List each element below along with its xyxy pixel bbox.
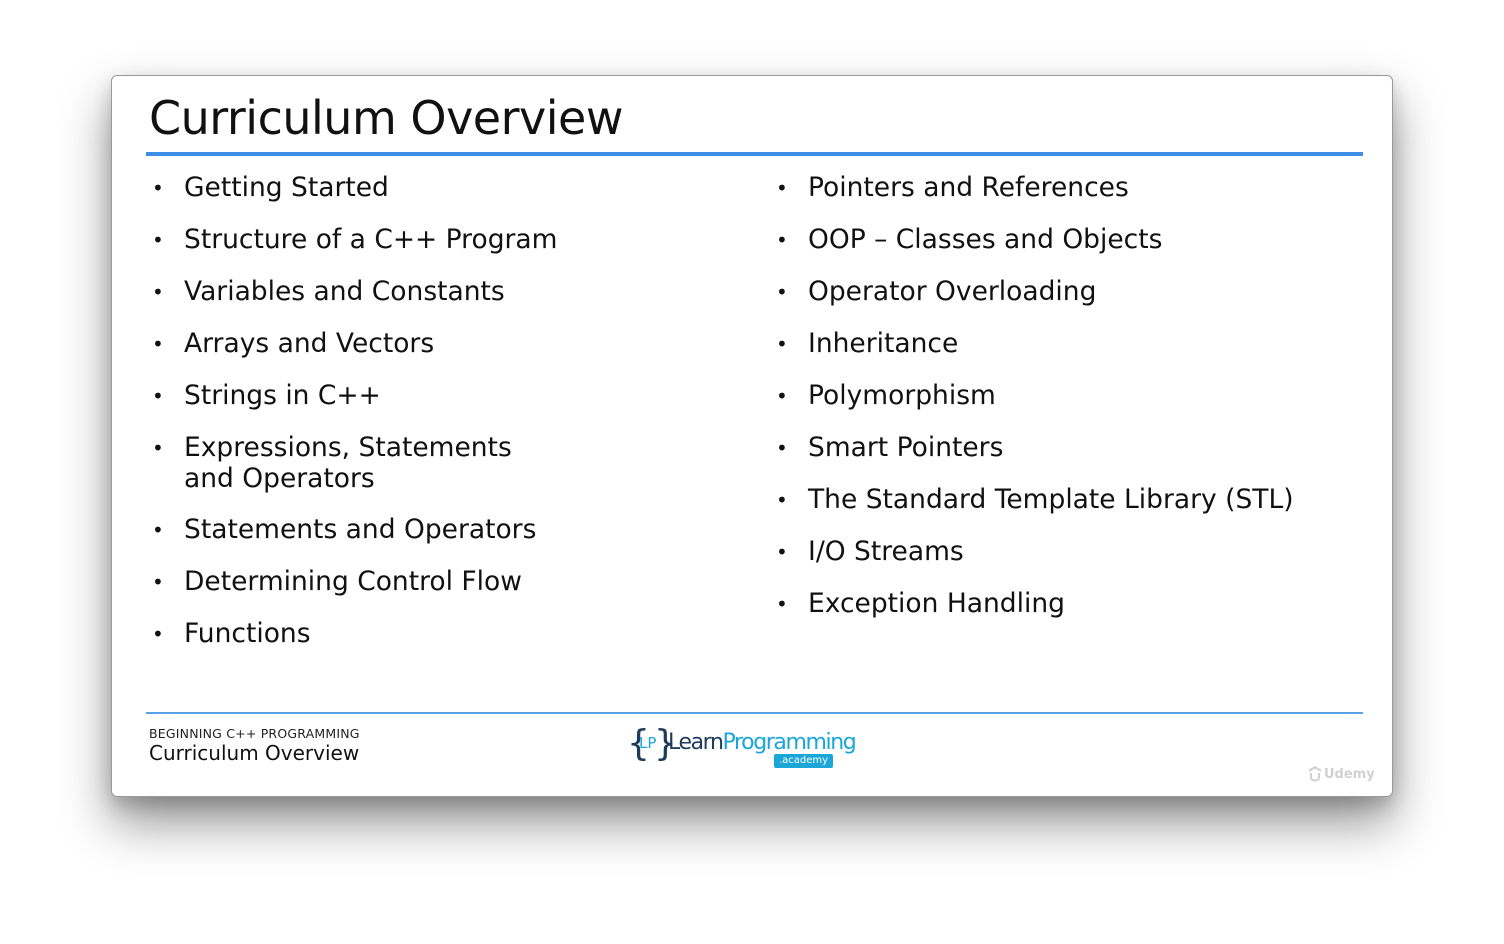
bullet-icon: •	[776, 488, 788, 512]
slide-window: Curriculum Overview • Getting Started • St…	[111, 75, 1393, 797]
list-item-label: Getting Started	[184, 172, 389, 203]
bullet-icon: •	[776, 176, 788, 200]
bullet-icon: •	[776, 540, 788, 564]
list-item: • Smart Pointers	[772, 432, 1362, 464]
list-item-label: Variables and Constants	[184, 276, 505, 307]
list-item: • Variables and Constants	[148, 276, 708, 308]
bullet-icon: •	[776, 228, 788, 252]
udemy-icon	[1308, 764, 1322, 785]
list-item-label: Functions	[184, 618, 311, 649]
bullet-icon: •	[776, 592, 788, 616]
list-item: • Polymorphism	[772, 380, 1362, 412]
bullet-icon: •	[776, 384, 788, 408]
footer-course-name: BEGINNING C++ PROGRAMMING	[149, 726, 360, 741]
list-item: • Strings in C++	[148, 380, 708, 412]
list-item-label: Statements and Operators	[184, 514, 537, 545]
list-item-label: Expressions, Statements and Operators	[184, 432, 512, 494]
list-item-label: Structure of a C++ Program	[184, 224, 558, 255]
list-item: • Structure of a C++ Program	[148, 224, 708, 256]
slide-title: Curriculum Overview	[149, 91, 623, 145]
left-topic-list: • Getting Started • Structure of a C++ Pro…	[148, 172, 708, 670]
bullet-icon: •	[152, 622, 164, 646]
title-divider	[146, 152, 1363, 156]
list-item-label: Operator Overloading	[808, 276, 1097, 307]
right-topic-list: • Pointers and References • OOP – Classes …	[772, 172, 1362, 640]
list-item: • The Standard Template Library (STL)	[772, 484, 1362, 516]
logo-wordmark: LearnProgramming	[668, 729, 857, 757]
bullet-icon: •	[152, 384, 164, 408]
list-item-label: Polymorphism	[808, 380, 996, 411]
udemy-watermark: Udemy	[1308, 764, 1375, 785]
list-item-label: The Standard Template Library (STL)	[808, 484, 1294, 515]
list-item: • Expressions, Statements and Operators	[148, 432, 708, 494]
bullet-icon: •	[152, 436, 164, 460]
list-item: • Arrays and Vectors	[148, 328, 708, 360]
list-item-label: OOP – Classes and Objects	[808, 224, 1163, 255]
list-item-label: Strings in C++	[184, 380, 381, 411]
list-item: • Functions	[148, 618, 708, 650]
list-item-label: Arrays and Vectors	[184, 328, 435, 359]
list-item-label: Inheritance	[808, 328, 959, 359]
list-item: • Pointers and References	[772, 172, 1362, 204]
logo-academy-tag: .academy	[774, 754, 834, 768]
bullet-icon: •	[152, 332, 164, 356]
bullet-icon: •	[152, 518, 164, 542]
bullet-icon: •	[152, 570, 164, 594]
bullet-icon: •	[152, 176, 164, 200]
logo-word-learn: Learn	[668, 730, 724, 755]
list-item: • Getting Started	[148, 172, 708, 204]
list-item: • Operator Overloading	[772, 276, 1362, 308]
list-item-label: Smart Pointers	[808, 432, 1004, 463]
watermark-text: Udemy	[1324, 767, 1375, 782]
bullet-icon: •	[152, 280, 164, 304]
list-item-label: I/O Streams	[808, 536, 964, 567]
list-item-label: Pointers and References	[808, 172, 1129, 203]
bullet-icon: •	[152, 228, 164, 252]
bullet-icon: •	[776, 332, 788, 356]
footer-section-title: Curriculum Overview	[149, 741, 360, 765]
learnprogramming-logo: { LP } LearnProgramming .academy	[627, 724, 859, 772]
list-item-label: Exception Handling	[808, 588, 1065, 619]
list-item: • Determining Control Flow	[148, 566, 708, 598]
bullet-icon: •	[776, 436, 788, 460]
list-item: • Exception Handling	[772, 588, 1362, 620]
list-item: • OOP – Classes and Objects	[772, 224, 1362, 256]
bullet-icon: •	[776, 280, 788, 304]
list-item: • Statements and Operators	[148, 514, 708, 546]
list-item-label: Determining Control Flow	[184, 566, 522, 597]
logo-word-programming: Programming	[722, 730, 857, 755]
list-item: • Inheritance	[772, 328, 1362, 360]
list-item: • I/O Streams	[772, 536, 1362, 568]
footer-divider	[146, 712, 1363, 714]
